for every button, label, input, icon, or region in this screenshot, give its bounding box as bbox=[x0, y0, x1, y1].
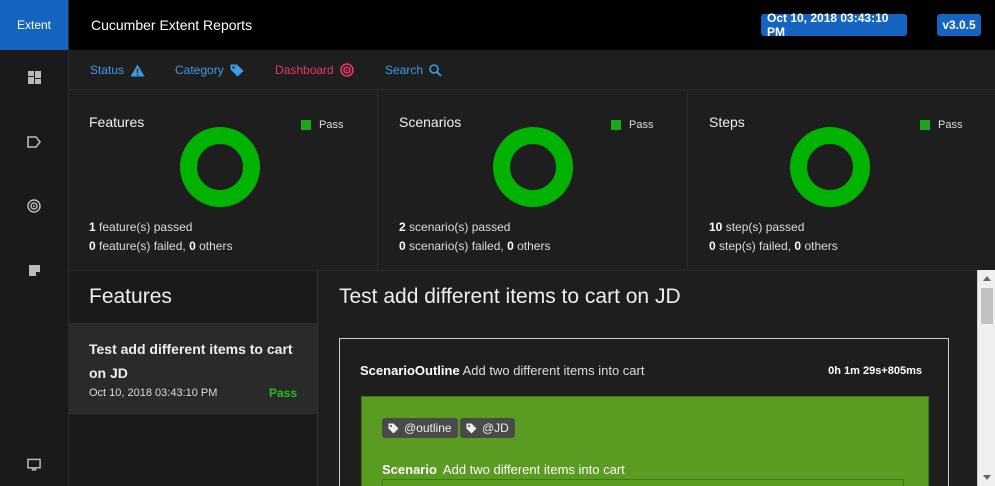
features-card: Features Pass 1 feature(s) passed 0 feat… bbox=[69, 90, 378, 270]
pass-swatch bbox=[920, 120, 930, 130]
features-list-heading: Features bbox=[89, 285, 172, 308]
monitor-icon[interactable] bbox=[27, 458, 41, 472]
pass-swatch bbox=[301, 120, 311, 130]
chart-legend: Pass bbox=[611, 119, 653, 131]
scenario-outline-card: ScenarioOutline Add two different items … bbox=[339, 338, 949, 486]
failed-line: 0 scenario(s) failed, 0 others bbox=[399, 239, 551, 253]
pass-donut-chart bbox=[493, 127, 573, 207]
legend-label: Pass bbox=[938, 119, 963, 131]
pass-swatch bbox=[611, 120, 621, 130]
scenario-heading[interactable]: Scenario Add two different items into car… bbox=[382, 462, 625, 477]
failed-line: 0 step(s) failed, 0 others bbox=[709, 239, 838, 253]
tag-chip-outline: @outline bbox=[382, 418, 458, 438]
nav-status[interactable]: Status bbox=[90, 63, 145, 77]
nav-search[interactable]: Search bbox=[385, 63, 442, 77]
feature-list-item[interactable]: Test add different items to cart on JD O… bbox=[69, 323, 317, 413]
nav-status-label: Status bbox=[90, 63, 125, 77]
nav-dashboard[interactable]: Dashboard bbox=[275, 63, 354, 77]
scroll-up-arrow-icon[interactable] bbox=[983, 276, 991, 281]
feature-detail-panel: Test add different items to cart on JD S… bbox=[319, 271, 966, 486]
tag-chip-jd: @JD bbox=[460, 418, 515, 438]
tag-icon bbox=[388, 423, 399, 433]
nav-category-label: Category bbox=[175, 63, 224, 77]
sidebar: Extent bbox=[0, 0, 69, 486]
feature-date: Oct 10, 2018 03:43:10 PM bbox=[89, 387, 218, 399]
feature-status: Pass bbox=[268, 386, 297, 400]
nav-search-label: Search bbox=[385, 63, 424, 77]
app-root: Extent Cucumber Extent Reports Oct 10, 2… bbox=[0, 0, 995, 486]
tag-icon bbox=[230, 64, 244, 76]
dashboard-grid-icon[interactable] bbox=[27, 70, 41, 84]
scrollbar-thumb[interactable] bbox=[981, 288, 993, 324]
passed-line: 2 scenario(s) passed bbox=[399, 220, 511, 234]
tag-icon[interactable] bbox=[27, 135, 41, 149]
scroll-down-arrow-icon[interactable] bbox=[983, 475, 991, 480]
target-icon bbox=[339, 63, 354, 77]
search-icon bbox=[429, 63, 442, 77]
nav-dashboard-label: Dashboard bbox=[275, 63, 334, 77]
scenario-steps-box bbox=[382, 479, 904, 486]
chart-legend: Pass bbox=[920, 119, 962, 131]
top-header: Cucumber Extent Reports Oct 10, 2018 03:… bbox=[69, 0, 995, 50]
app-title: Cucumber Extent Reports bbox=[91, 17, 253, 33]
passed-line: 10 step(s) passed bbox=[709, 220, 805, 234]
vertical-scrollbar[interactable] bbox=[977, 270, 995, 486]
version-badge: v3.0.5 bbox=[937, 14, 981, 36]
feature-title: Test add different items to cart on JD bbox=[89, 341, 293, 381]
target-icon[interactable] bbox=[27, 199, 41, 213]
scenario-duration: 0h 1m 29s+805ms bbox=[828, 365, 922, 377]
card-title: Steps bbox=[709, 114, 745, 130]
brand-logo[interactable]: Extent bbox=[0, 0, 68, 50]
features-list-empty-area bbox=[69, 413, 317, 486]
summary-cards: Features Pass 1 feature(s) passed 0 feat… bbox=[69, 90, 995, 270]
tag-icon bbox=[466, 423, 477, 433]
passed-line: 1 feature(s) passed bbox=[89, 220, 193, 234]
legend-label: Pass bbox=[629, 119, 654, 131]
steps-card: Steps Pass 10 step(s) passed 0 step(s) f… bbox=[689, 90, 995, 270]
document-icon[interactable] bbox=[27, 263, 41, 277]
nav-category[interactable]: Category bbox=[175, 63, 244, 77]
report-date-badge: Oct 10, 2018 03:43:10 PM bbox=[761, 11, 907, 39]
warning-icon bbox=[130, 64, 145, 76]
pass-donut-chart bbox=[180, 127, 260, 207]
pass-donut-chart bbox=[790, 127, 870, 207]
card-title: Scenarios bbox=[399, 114, 462, 130]
features-list-panel: Features Test add different items to car… bbox=[69, 271, 318, 486]
feature-detail-title: Test add different items to cart on JD bbox=[339, 285, 681, 308]
failed-line: 0 feature(s) failed, 0 others bbox=[89, 239, 233, 253]
scenario-outline-heading[interactable]: ScenarioOutline Add two different items … bbox=[360, 363, 644, 378]
legend-label: Pass bbox=[319, 119, 344, 131]
card-title: Features bbox=[89, 114, 145, 130]
scenarios-card: Scenarios Pass 2 scenario(s) passed 0 sc… bbox=[379, 90, 688, 270]
scenario-block: @outline @JD Scenario Add two different i… bbox=[361, 396, 929, 486]
top-nav: Status Category Dashboard Search bbox=[69, 50, 995, 90]
content-area: Features Test add different items to car… bbox=[69, 270, 995, 486]
chart-legend: Pass bbox=[301, 119, 343, 131]
